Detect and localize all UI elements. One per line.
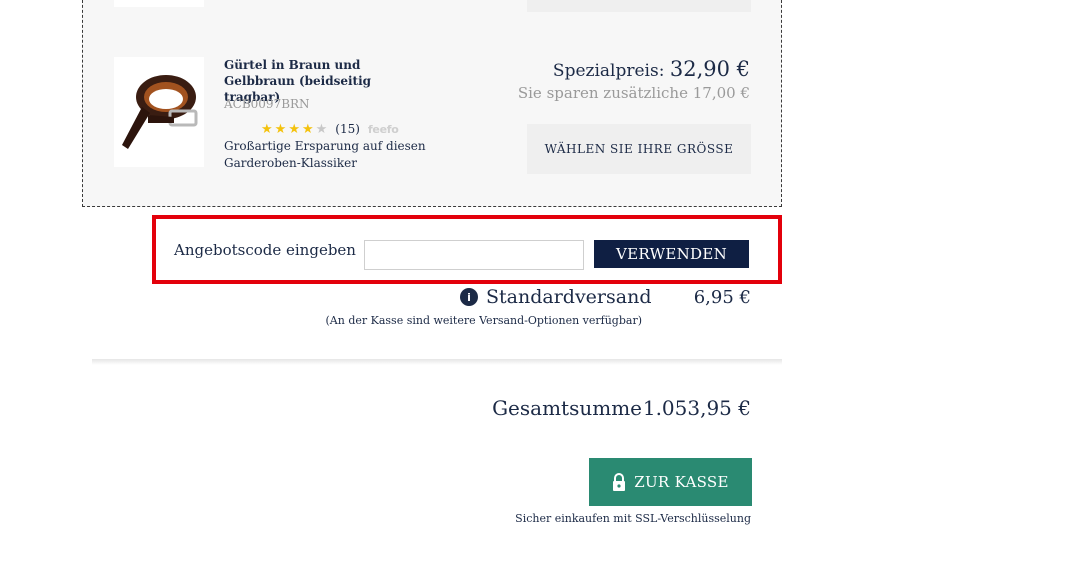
product-rating[interactable]: ★ ★ ★ ★ ★ (15) feefo (261, 121, 399, 137)
lock-icon (612, 473, 626, 491)
shipping-price: 6,95 € (693, 287, 751, 308)
rating-count: (15) (335, 122, 360, 136)
previous-product-button[interactable] (527, 0, 751, 12)
savings-text: Sie sparen zusätzliche 17,00 € (517, 84, 750, 102)
star-icon: ★ (315, 121, 328, 137)
star-icon: ★ (274, 121, 287, 137)
apply-promo-button[interactable]: VERWENDEN (594, 240, 749, 268)
special-price-amount: 32,90 € (669, 57, 750, 81)
star-icon: ★ (261, 121, 273, 137)
choose-size-button[interactable]: WÄHLEN SIE IHRE GRÖSSE (527, 124, 751, 174)
total-value: 1.053,95 € (642, 396, 751, 420)
promo-code-input[interactable] (364, 240, 584, 270)
promo-code-label: Angebotscode eingeben (174, 241, 356, 259)
special-price: Spezialpreis: 32,90 € (553, 57, 750, 81)
info-icon[interactable]: i (460, 288, 478, 306)
feefo-logo: feefo (367, 122, 399, 136)
total-label: Gesamtsumme (492, 396, 642, 420)
upsell-product-card: Gürtel in Braun und Gelbbraun (beidseiti… (82, 0, 782, 207)
secure-shopping-note: Sicher einkaufen mit SSL-Verschlüsselung (515, 512, 751, 525)
shipping-row: i Standardversand (460, 286, 652, 308)
divider (92, 359, 782, 365)
special-price-label: Spezialpreis: (552, 61, 665, 81)
shipping-note: (An der Kasse sind weitere Versand-Optio… (325, 314, 643, 327)
star-icon: ★ (288, 121, 300, 137)
product-description: Großartige Ersparung auf diesen Garderob… (224, 139, 426, 170)
star-icon: ★ (301, 121, 314, 137)
shipping-label: Standardversand (486, 286, 652, 308)
product-sku: ACB0097BRN (224, 97, 310, 111)
promo-code-section: Angebotscode eingeben VERWENDEN (152, 215, 782, 284)
product-image-belt[interactable] (114, 57, 204, 167)
previous-product-image (114, 0, 204, 7)
checkout-button[interactable]: ZUR KASSE (589, 458, 752, 506)
checkout-button-label: ZUR KASSE (634, 473, 729, 491)
